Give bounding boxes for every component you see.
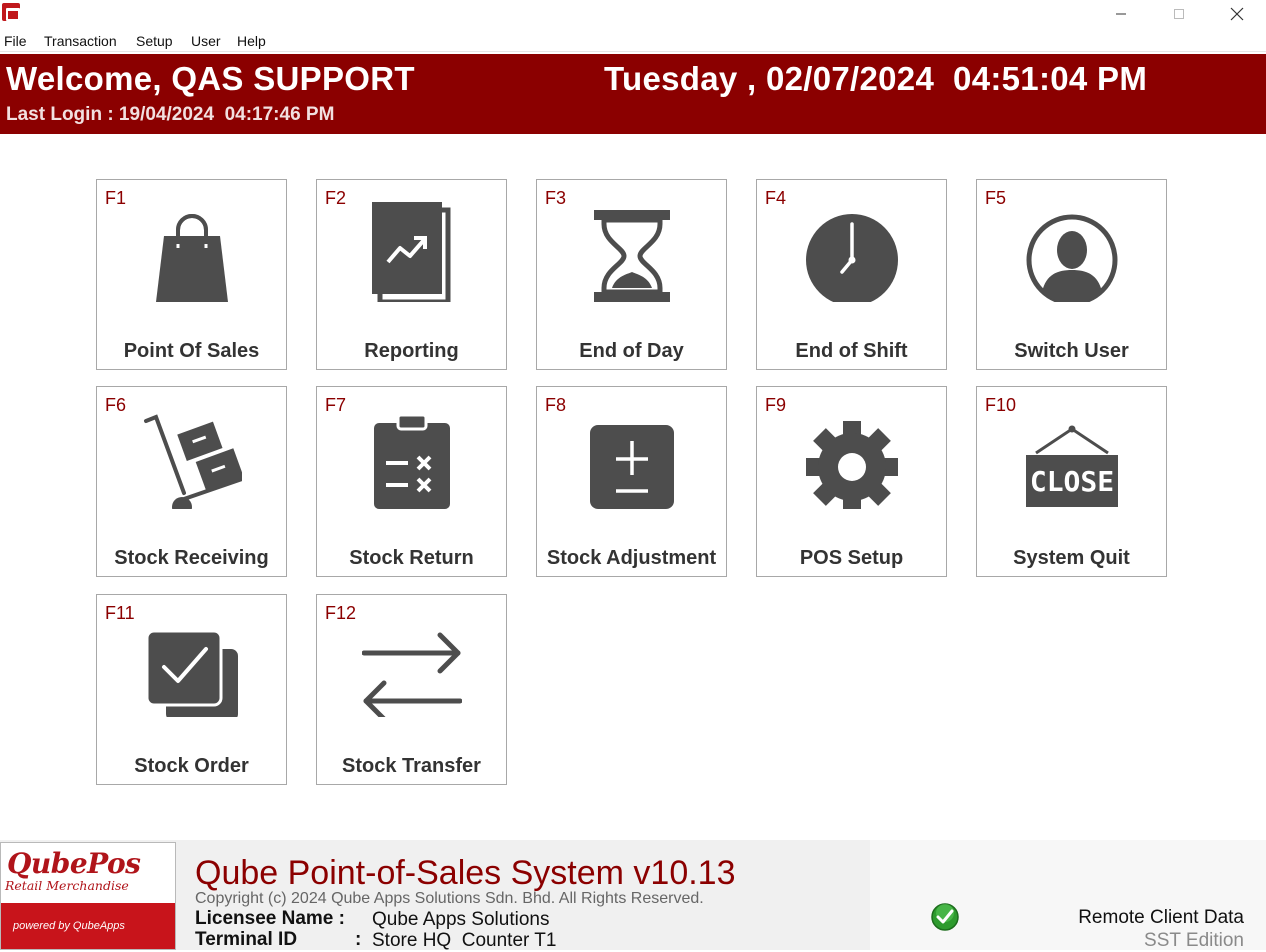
licensee-value: Qube Apps Solutions bbox=[372, 909, 550, 930]
title-bar bbox=[0, 0, 1266, 30]
maximize-icon bbox=[1174, 9, 1184, 19]
welcome-text: Welcome, QAS SUPPORT bbox=[6, 60, 415, 97]
plus-minus-icon bbox=[590, 425, 674, 509]
app-icon[interactable] bbox=[2, 3, 20, 21]
logo-brand: QubePos bbox=[7, 847, 141, 880]
tile-pos-setup[interactable]: F9 POS Setup bbox=[756, 386, 947, 577]
tile-end-of-shift[interactable]: F4 End of Shift bbox=[756, 179, 947, 370]
menu-help[interactable]: Help bbox=[237, 33, 266, 49]
tile-label: Reporting bbox=[364, 340, 459, 362]
terminal-label: Terminal ID bbox=[195, 929, 298, 950]
current-datetime: Tuesday , 02/07/2024 04:51:04 PM bbox=[604, 60, 1148, 97]
clock-icon bbox=[806, 214, 898, 302]
tile-label: Point Of Sales bbox=[123, 340, 260, 362]
tile-label: End of Shift bbox=[795, 340, 908, 362]
tile-stock-transfer[interactable]: F12 Stock Transfer bbox=[316, 594, 507, 785]
powered-by: powered by QubeApps bbox=[13, 920, 125, 932]
terminal-colon: : bbox=[355, 929, 362, 950]
tile-key: F5 bbox=[985, 188, 1007, 208]
tile-label: Stock Receiving bbox=[114, 547, 269, 569]
licensee-label: Licensee Name : bbox=[195, 908, 351, 929]
menu-user[interactable]: User bbox=[191, 33, 221, 49]
last-login: Last Login : 19/04/2024 04:17:46 PM bbox=[6, 104, 335, 125]
tile-key: F8 bbox=[545, 395, 567, 415]
tile-stock-adjustment[interactable]: F8 Stock Adjustment bbox=[536, 386, 727, 577]
clipboard-icon bbox=[374, 413, 450, 509]
minimize-button[interactable] bbox=[1092, 0, 1150, 28]
hand-truck-icon bbox=[144, 414, 242, 509]
tile-end-of-day[interactable]: F3 End of Day bbox=[536, 179, 727, 370]
tile-label: Stock Return bbox=[349, 547, 474, 569]
terminal-value: Store HQ Counter T1 bbox=[372, 930, 557, 951]
transfer-arrows-icon bbox=[362, 632, 462, 717]
copyright-text: Copyright (c) 2024 Qube Apps Solutions S… bbox=[195, 890, 704, 907]
menu-bar: File Transaction Setup User Help bbox=[0, 30, 1266, 52]
tile-switch-user[interactable]: F5 Switch User bbox=[976, 179, 1167, 370]
tile-key: F1 bbox=[105, 188, 127, 208]
tile-stock-order[interactable]: F11 Stock Order bbox=[96, 594, 287, 785]
tile-key: F4 bbox=[765, 188, 787, 208]
tile-key: F3 bbox=[545, 188, 567, 208]
tile-key: F9 bbox=[765, 395, 787, 415]
menu-setup[interactable]: Setup bbox=[136, 33, 173, 49]
logo-tagline: Retail Merchandise bbox=[5, 878, 129, 893]
footer: QubePos Retail Merchandise powered by Qu… bbox=[0, 840, 1266, 951]
report-chart-icon bbox=[372, 202, 451, 302]
system-title: Qube Point-of-Sales System v10.13 bbox=[195, 854, 736, 892]
tile-key: F7 bbox=[325, 395, 347, 415]
edition-label: SST Edition bbox=[1144, 930, 1244, 951]
close-icon bbox=[1230, 7, 1244, 21]
minimize-icon bbox=[1116, 13, 1126, 15]
shopping-bag-icon bbox=[156, 214, 228, 302]
maximize-button[interactable] bbox=[1150, 0, 1208, 28]
gear-icon bbox=[806, 421, 898, 509]
close-sign-text: CLOSE bbox=[1030, 465, 1114, 498]
tile-key: F6 bbox=[105, 395, 127, 415]
tile-label: Stock Transfer bbox=[342, 755, 481, 777]
tile-key: F10 bbox=[985, 395, 1017, 415]
tile-label: Switch User bbox=[1014, 340, 1129, 362]
green-check-icon bbox=[931, 903, 959, 931]
menu-file[interactable]: File bbox=[4, 33, 27, 49]
close-button[interactable] bbox=[1208, 0, 1266, 28]
header-banner: Welcome, QAS SUPPORT Tuesday , 02/07/202… bbox=[0, 54, 1266, 134]
remote-client-data: Remote Client Data bbox=[1078, 907, 1244, 928]
user-icon bbox=[1026, 214, 1118, 302]
tile-label: System Quit bbox=[1013, 547, 1130, 569]
tile-label: End of Day bbox=[579, 340, 684, 362]
tile-stock-return[interactable]: F7 Stock Return bbox=[316, 386, 507, 577]
tile-key: F11 bbox=[105, 603, 135, 623]
tile-label: POS Setup bbox=[799, 547, 904, 569]
qubepos-logo: QubePos Retail Merchandise powered by Qu… bbox=[0, 842, 176, 950]
tile-reporting[interactable]: F2 Reporting bbox=[316, 179, 507, 370]
tile-label: Stock Order bbox=[134, 755, 249, 777]
tile-system-quit[interactable]: F10 CLOSE System Quit bbox=[976, 386, 1167, 577]
tile-key: F12 bbox=[325, 603, 357, 623]
close-sign-icon: CLOSE bbox=[1026, 425, 1118, 507]
tile-stock-receiving[interactable]: F6 Stock Receiving bbox=[96, 386, 287, 577]
tile-label: Stock Adjustment bbox=[546, 547, 717, 569]
tile-key: F2 bbox=[325, 188, 347, 208]
tile-point-of-sales[interactable]: F1 Point Of Sales bbox=[96, 179, 287, 370]
hourglass-icon bbox=[594, 210, 670, 302]
menu-transaction[interactable]: Transaction bbox=[44, 33, 117, 49]
checkbox-icon bbox=[145, 629, 238, 717]
